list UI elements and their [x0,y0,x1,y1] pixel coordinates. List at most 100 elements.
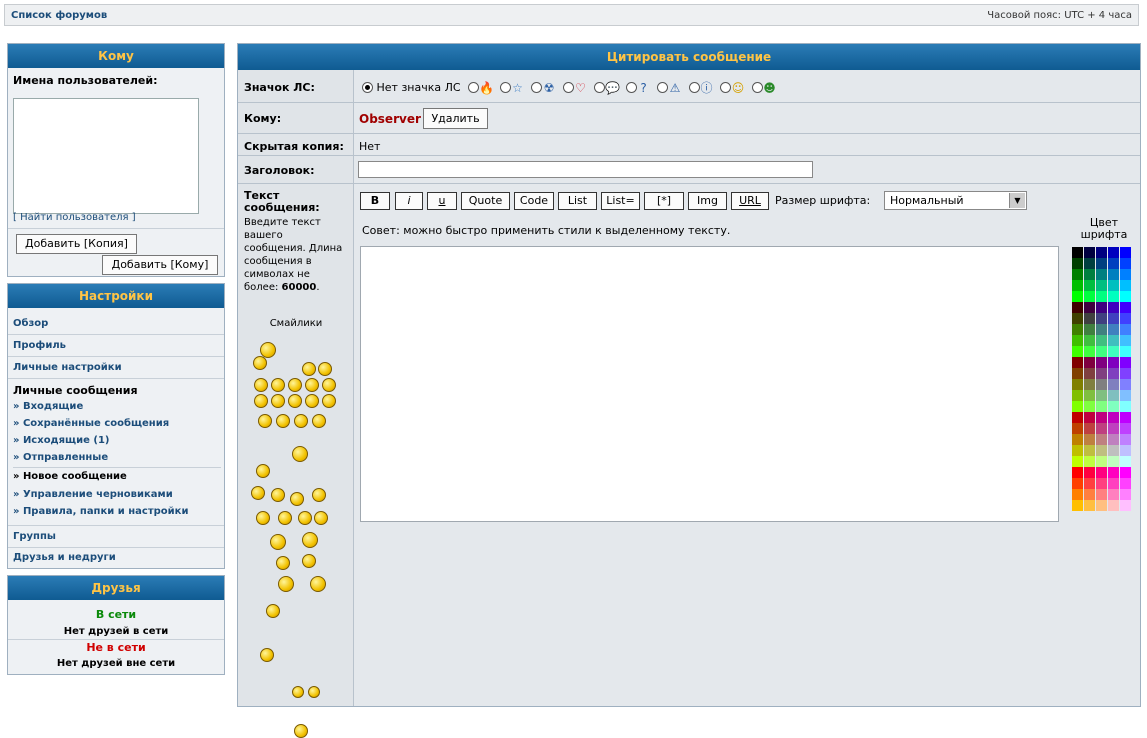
icon-radio[interactable] [531,82,543,93]
icon-radio[interactable] [562,82,574,93]
smiley-icon[interactable] [312,488,326,502]
italic-button[interactable]: i [395,192,423,210]
pm-compose-link[interactable]: » Новое сообщение [13,471,127,482]
color-swatch[interactable] [1096,434,1107,445]
list-button[interactable]: List [558,192,597,210]
color-swatch[interactable] [1084,412,1095,423]
color-swatch[interactable] [1096,368,1107,379]
color-swatch[interactable] [1096,291,1107,302]
color-swatch[interactable] [1120,291,1131,302]
color-swatch[interactable] [1096,302,1107,313]
color-swatch[interactable] [1072,390,1083,401]
color-swatch[interactable] [1096,379,1107,390]
color-swatch[interactable] [1120,445,1131,456]
smiley-icon[interactable] [271,394,285,408]
color-swatch[interactable] [1120,269,1131,280]
smiley-icon[interactable] [292,446,308,462]
color-swatch[interactable] [1096,500,1107,511]
color-swatch[interactable] [1108,258,1119,269]
color-swatch[interactable] [1084,478,1095,489]
color-swatch[interactable] [1084,269,1095,280]
color-swatch[interactable] [1108,456,1119,467]
icon-radio[interactable] [594,82,606,93]
color-swatch[interactable] [1072,456,1083,467]
color-swatch[interactable] [1096,313,1107,324]
smiley-icon[interactable] [251,486,265,500]
color-swatch[interactable] [1084,280,1095,291]
smiley-icon[interactable] [302,532,318,548]
color-swatch[interactable] [1108,368,1119,379]
color-swatch[interactable] [1120,357,1131,368]
color-swatch[interactable] [1108,489,1119,500]
smiley-icon[interactable] [254,378,268,392]
color-swatch[interactable] [1096,423,1107,434]
list-item-button[interactable]: [*] [644,192,684,210]
color-swatch[interactable] [1096,445,1107,456]
color-swatch[interactable] [1084,302,1095,313]
color-swatch[interactable] [1120,247,1131,258]
underline-button[interactable]: u [427,192,457,210]
color-swatch[interactable] [1072,291,1083,302]
forum-list-link[interactable]: Список форумов [11,10,107,21]
color-swatch[interactable] [1072,302,1083,313]
color-swatch[interactable] [1084,456,1095,467]
smiley-icon[interactable] [278,511,292,525]
pm-inbox-link[interactable]: » Входящие [13,401,83,412]
smiley-icon[interactable] [271,488,285,502]
color-swatch[interactable] [1096,346,1107,357]
color-swatch[interactable] [1072,258,1083,269]
smiley-icon[interactable] [298,511,312,525]
color-swatch[interactable] [1120,467,1131,478]
color-swatch[interactable] [1084,445,1095,456]
nav-groups[interactable]: Группы [8,525,224,548]
code-button[interactable]: Code [514,192,554,210]
color-swatch[interactable] [1120,478,1131,489]
color-swatch[interactable] [1084,390,1095,401]
color-swatch[interactable] [1120,313,1131,324]
color-swatch[interactable] [1072,401,1083,412]
quote-button[interactable]: Quote [461,192,510,210]
color-swatch[interactable] [1096,280,1107,291]
smiley-icon[interactable] [290,492,304,506]
smiley-icon[interactable] [256,511,270,525]
color-swatch[interactable] [1072,423,1083,434]
smiley-icon[interactable] [292,686,304,698]
nav-friends-foes[interactable]: Друзья и недруги [8,547,224,568]
pm-sent-link[interactable]: » Отправленные [13,452,108,463]
color-swatch[interactable] [1096,489,1107,500]
icon-radio[interactable] [625,82,637,93]
smiley-icon[interactable] [254,394,268,408]
color-swatch[interactable] [1084,258,1095,269]
color-swatch[interactable] [1084,313,1095,324]
smiley-icon[interactable] [305,378,319,392]
color-swatch[interactable] [1096,258,1107,269]
color-swatch[interactable] [1084,423,1095,434]
color-swatch[interactable] [1084,291,1095,302]
color-swatch[interactable] [1096,467,1107,478]
smiley-icon[interactable] [260,648,274,662]
color-swatch[interactable] [1120,302,1131,313]
color-swatch[interactable] [1084,247,1095,258]
smiley-icon[interactable] [322,394,336,408]
icon-radio[interactable] [688,82,700,93]
smiley-icon[interactable] [270,534,286,550]
color-swatch[interactable] [1084,500,1095,511]
color-swatch[interactable] [1072,324,1083,335]
subject-input[interactable] [358,161,813,178]
color-swatch[interactable] [1108,412,1119,423]
color-swatch[interactable] [1120,423,1131,434]
color-swatch[interactable] [1120,346,1131,357]
icon-radio[interactable] [499,82,511,93]
color-swatch[interactable] [1084,434,1095,445]
color-swatch[interactable] [1084,467,1095,478]
color-swatch[interactable] [1096,456,1107,467]
icon-radio[interactable] [720,82,732,93]
color-swatch[interactable] [1072,379,1083,390]
color-swatch[interactable] [1120,401,1131,412]
color-swatch[interactable] [1120,489,1131,500]
color-swatch[interactable] [1108,500,1119,511]
smiley-icon[interactable] [258,414,272,428]
color-swatch[interactable] [1096,324,1107,335]
color-swatch[interactable] [1120,434,1131,445]
color-swatch[interactable] [1108,346,1119,357]
